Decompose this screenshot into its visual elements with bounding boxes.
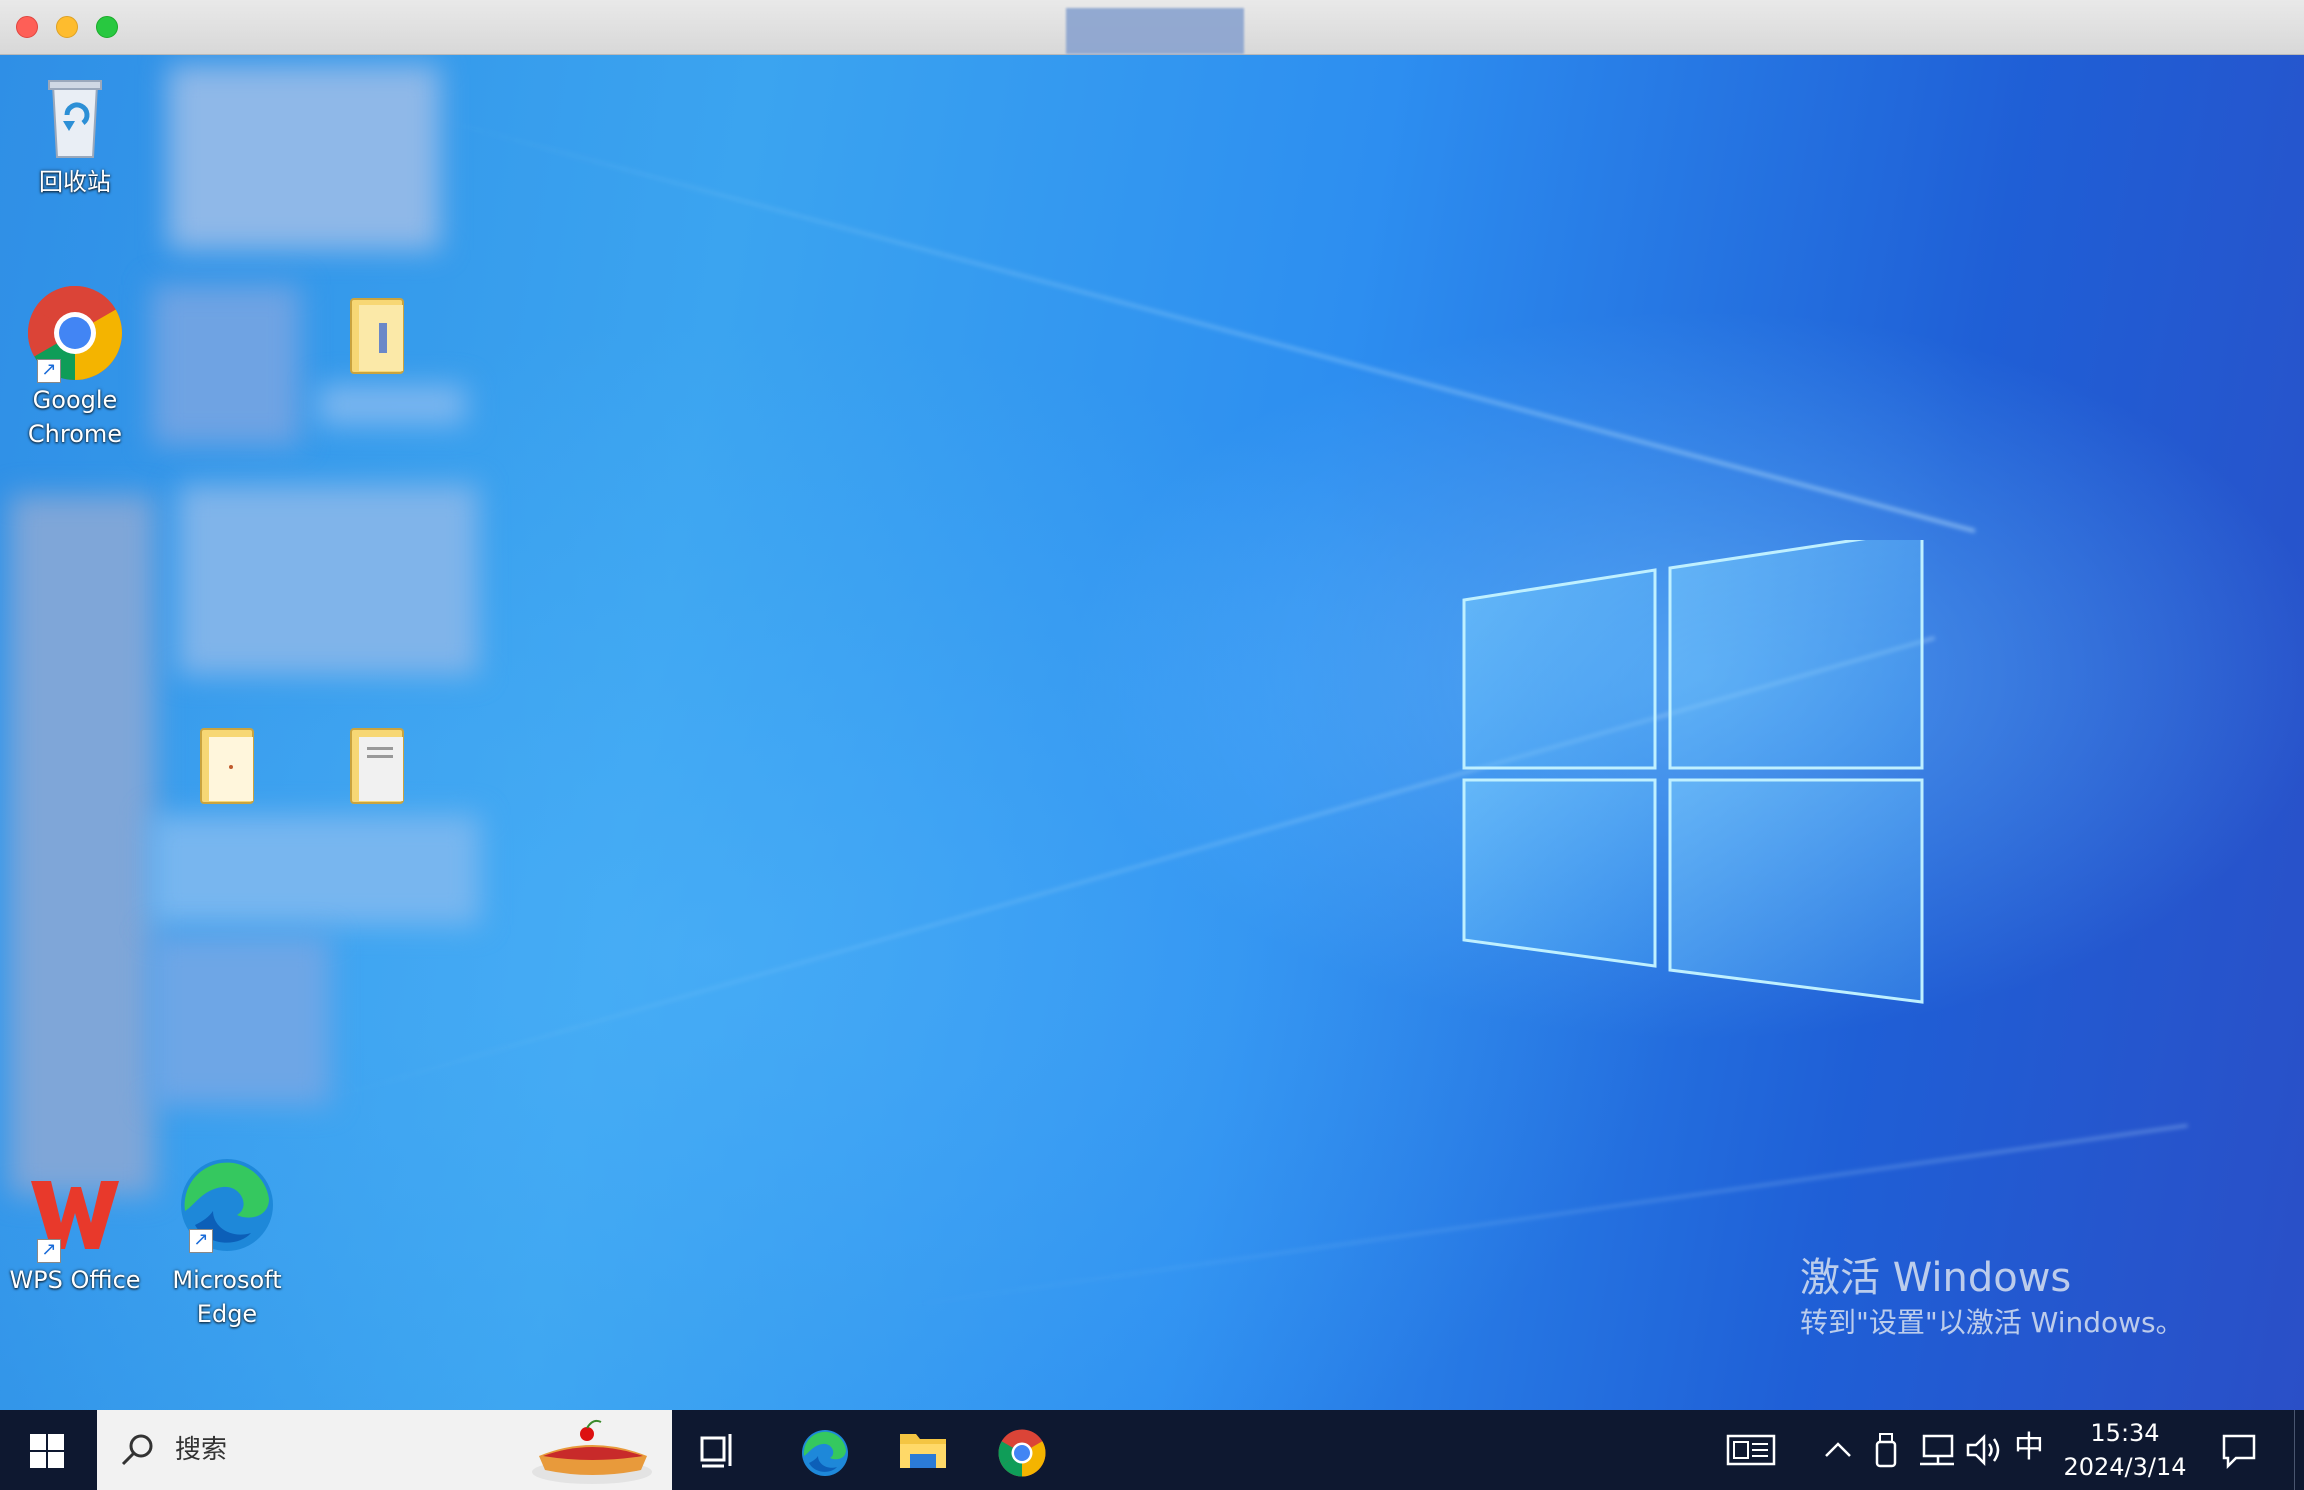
activation-watermark: 激活 Windows 转到"设置"以激活 Windows。 xyxy=(1800,1253,2184,1343)
redacted-desktop-item xyxy=(178,485,478,675)
close-window-button[interactable] xyxy=(16,16,38,38)
activation-title: 激活 Windows xyxy=(1800,1255,2072,1301)
task-view-icon xyxy=(700,1434,732,1468)
input-method-indicator[interactable]: 中 xyxy=(2014,1428,2044,1468)
desktop[interactable]: 回收站 ↗ Google Chrome ↗ WPS Office ↗ Micro… xyxy=(0,55,2304,1410)
show-desktop-strip[interactable] xyxy=(2294,1410,2304,1490)
recycle-bin-icon xyxy=(25,65,125,165)
desktop-icon-label: 回收站 xyxy=(39,168,111,196)
google-chrome-desktop-icon[interactable]: ↗ Google Chrome xyxy=(0,283,150,451)
windows-start-icon xyxy=(30,1434,64,1468)
taskbar-edge-button[interactable] xyxy=(778,1410,868,1490)
search-icon xyxy=(121,1434,153,1466)
clock-date: 2024/3/14 xyxy=(2063,1453,2187,1481)
cherry-pie-search-highlight-icon xyxy=(532,1419,652,1484)
redacted-desktop-item xyxy=(152,285,300,445)
taskbar-clock[interactable]: 15:34 2024/3/14 xyxy=(2055,1416,2195,1484)
usb-device-icon[interactable] xyxy=(1874,1432,1898,1468)
folder-icon[interactable] xyxy=(195,723,261,807)
shortcut-arrow-icon: ↗ xyxy=(189,1229,213,1253)
minimize-window-button[interactable] xyxy=(56,16,78,38)
edge-icon: ↗ xyxy=(177,1147,277,1263)
redacted-desktop-item xyxy=(150,935,330,1105)
folder-icon[interactable] xyxy=(345,723,411,807)
chrome-icon xyxy=(998,1429,1046,1477)
file-explorer-icon xyxy=(900,1434,946,1468)
desktop-icon-label: Google Chrome xyxy=(27,386,123,448)
taskbar-search-box[interactable]: 搜索 xyxy=(97,1410,672,1490)
news-and-interests-icon[interactable] xyxy=(1726,1430,1776,1470)
shortcut-arrow-icon: ↗ xyxy=(37,1239,61,1263)
redacted-desktop-item xyxy=(10,495,155,1195)
wps-office-desktop-icon[interactable]: ↗ WPS Office xyxy=(0,1163,150,1297)
redacted-desktop-item xyxy=(168,65,440,250)
window-title-redacted xyxy=(1066,8,1244,54)
taskbar-chrome-button[interactable] xyxy=(975,1410,1065,1490)
folder-icon[interactable] xyxy=(345,293,411,377)
taskbar: 搜索 中 15:34 2024/3/14 xyxy=(0,1410,2304,1490)
wps-office-icon: ↗ xyxy=(25,1163,125,1263)
network-icon[interactable] xyxy=(1918,1432,1956,1468)
desktop-icon-label: WPS Office xyxy=(9,1266,141,1294)
task-view-button[interactable] xyxy=(676,1410,766,1490)
redacted-desktop-item xyxy=(150,815,480,925)
taskbar-file-explorer-button[interactable] xyxy=(876,1410,966,1490)
action-center-notification-icon[interactable] xyxy=(2220,1432,2258,1470)
show-hidden-icons-chevron-up-icon[interactable] xyxy=(1824,1438,1852,1462)
maximize-window-button[interactable] xyxy=(96,16,118,38)
redacted-desktop-item xyxy=(318,385,466,425)
light-beam xyxy=(428,115,1976,533)
windows-logo-wallpaper-icon xyxy=(1462,540,1924,1004)
recycle-bin-desktop-icon[interactable]: 回收站 xyxy=(0,65,150,199)
search-placeholder: 搜索 xyxy=(175,1435,228,1465)
volume-icon[interactable] xyxy=(1964,1432,2004,1468)
clock-time: 15:34 xyxy=(2090,1419,2160,1447)
desktop-icon-label: Microsoft Edge xyxy=(172,1266,282,1328)
activation-subtitle: 转到"设置"以激活 Windows。 xyxy=(1800,1306,2184,1339)
microsoft-edge-desktop-icon[interactable]: ↗ Microsoft Edge xyxy=(152,1147,302,1331)
window-title-bar xyxy=(0,0,2304,55)
start-button[interactable] xyxy=(0,1410,96,1490)
chrome-icon: ↗ xyxy=(25,283,125,383)
edge-icon xyxy=(802,1430,848,1476)
shortcut-arrow-icon: ↗ xyxy=(37,359,61,383)
